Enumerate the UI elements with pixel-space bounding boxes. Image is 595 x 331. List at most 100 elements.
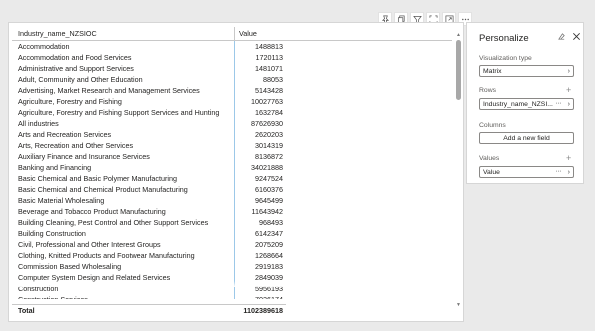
row-value: 6160376 [234, 184, 286, 195]
row-value: 1632784 [234, 107, 286, 118]
table-row[interactable]: Construction Services7026174 [12, 294, 452, 299]
row-value: 6142347 [234, 228, 286, 239]
more-icon[interactable]: ··· [556, 98, 562, 109]
values-label: Values [479, 155, 500, 162]
table-row[interactable]: Basic Chemical and Chemical Product Manu… [12, 184, 452, 195]
table-row[interactable]: Commission Based Wholesaling 2919183 [12, 261, 452, 272]
row-industry-name: Agriculture, Forestry and Fishing Suppor… [18, 108, 220, 117]
pane-icons [557, 32, 581, 41]
table-row[interactable]: Agriculture, Forestry and Fishing 1002776… [12, 96, 452, 107]
row-fade [12, 281, 286, 287]
add-column-field-button[interactable]: Add a new field [479, 132, 574, 144]
row-industry-name: Basic Material Wholesaling [18, 196, 105, 205]
row-industry-name: Auxiliary Finance and Insurance Services [18, 152, 150, 161]
row-industry-name: Commission Based Wholesaling [18, 262, 122, 271]
row-value: 2075209 [234, 239, 286, 250]
row-value: 1488813 [234, 41, 286, 52]
matrix-total-row: Total 1102389618 [12, 304, 286, 316]
row-value: 1720113 [234, 52, 286, 63]
rows-field[interactable]: Industry_name_NZSI... ··· › [479, 98, 574, 110]
chevron-right-icon: › [567, 169, 570, 176]
matrix-table: Industry_name_NZSIOC Value Accommodation… [12, 27, 452, 317]
add-row-icon[interactable]: + [566, 86, 571, 95]
row-value: 10027763 [234, 96, 286, 107]
chevron-right-icon: › [567, 101, 570, 108]
row-industry-name: Banking and Financing [18, 163, 92, 172]
row-industry-name: Basic Chemical and Chemical Product Manu… [18, 185, 188, 194]
table-row[interactable]: Building Cleaning, Pest Control and Othe… [12, 217, 452, 228]
table-row[interactable]: Accommodation and Food Services 1720113 [12, 52, 452, 63]
matrix-rows: Accommodation 1488813 Accommodation and Fo… [12, 41, 452, 299]
scroll-down-icon[interactable]: ▼ [456, 302, 461, 308]
values-field-value: Value [483, 168, 500, 176]
row-value: 87626930 [234, 118, 286, 129]
total-label: Total [18, 306, 35, 315]
row-value: 7026174 [234, 294, 286, 299]
close-icon[interactable] [572, 32, 581, 41]
personalize-pane: Personalize Visualization type Matrix › … [466, 22, 584, 184]
table-row[interactable]: Banking and Financing 34021888 [12, 162, 452, 173]
table-row[interactable]: Accommodation 1488813 [12, 41, 452, 52]
row-industry-name: Adult, Community and Other Education [18, 75, 143, 84]
row-industry-name: Agriculture, Forestry and Fishing [18, 97, 122, 106]
add-value-icon[interactable]: + [566, 154, 571, 163]
matrix-header-row: Industry_name_NZSIOC Value [12, 27, 452, 41]
table-row[interactable]: Arts and Recreation Services 2620203 [12, 129, 452, 140]
chevron-right-icon: › [567, 68, 570, 75]
table-row[interactable]: Civil, Professional and Other Interest G… [12, 239, 452, 250]
row-value: 1481071 [234, 63, 286, 74]
viz-type-label: Visualization type [479, 55, 532, 62]
table-row[interactable]: Agriculture, Forestry and Fishing Suppor… [12, 107, 452, 118]
table-row[interactable]: Advertising, Market Research and Managem… [12, 85, 452, 96]
row-value: 9645499 [234, 195, 286, 206]
vertical-scrollbar[interactable]: ▲ ▼ [455, 32, 462, 308]
header-industry-name[interactable]: Industry_name_NZSIOC [12, 29, 234, 38]
row-industry-name: Building Construction [18, 229, 86, 238]
values-field[interactable]: Value ··· › [479, 166, 574, 178]
row-value: 34021888 [234, 162, 286, 173]
row-industry-name: Accommodation and Food Services [18, 53, 132, 62]
row-value: 5143428 [234, 85, 286, 96]
columns-label: Columns [479, 122, 506, 129]
row-industry-name: All industries [18, 119, 59, 128]
row-industry-name: Basic Chemical and Basic Polymer Manufac… [18, 174, 177, 183]
row-industry-name: Construction Services [12, 295, 234, 299]
table-row[interactable]: Adult, Community and Other Education 8805… [12, 74, 452, 85]
viz-type-dropdown[interactable]: Matrix › [479, 65, 574, 77]
row-value: 88053 [234, 74, 286, 85]
row-industry-name: Advertising, Market Research and Managem… [18, 86, 200, 95]
table-row[interactable]: Building Construction 6142347 [12, 228, 452, 239]
total-value: 1102389618 [243, 306, 283, 315]
scrollbar-thumb[interactable] [456, 40, 461, 100]
rows-field-value: Industry_name_NZSI... [483, 100, 553, 108]
row-industry-name: Accommodation [18, 42, 70, 51]
row-value: 1268664 [234, 250, 286, 261]
table-row[interactable]: Beverage and Tobacco Product Manufacturi… [12, 206, 452, 217]
rows-label: Rows [479, 87, 496, 94]
row-industry-name: Building Cleaning, Pest Control and Othe… [18, 218, 209, 227]
table-row[interactable]: Auxiliary Finance and Insurance Services… [12, 151, 452, 162]
reset-icon[interactable] [557, 32, 566, 41]
row-value: 2919183 [234, 261, 286, 272]
row-industry-name: Administrative and Support Services [18, 64, 134, 73]
row-value: 2620203 [234, 129, 286, 140]
row-value: 8136872 [234, 151, 286, 162]
row-value: 968493 [234, 217, 286, 228]
table-row[interactable]: Basic Material Wholesaling 9645499 [12, 195, 452, 206]
row-industry-name: Beverage and Tobacco Product Manufacturi… [18, 207, 166, 216]
row-industry-name: Arts and Recreation Services [18, 130, 112, 139]
row-industry-name: Clothing, Knitted Products and Footwear … [18, 251, 195, 260]
table-row[interactable]: Arts, Recreation and Other Services 30143… [12, 140, 452, 151]
table-row[interactable]: Basic Chemical and Basic Polymer Manufac… [12, 173, 452, 184]
more-icon[interactable]: ··· [556, 166, 562, 177]
row-industry-name: Civil, Professional and Other Interest G… [18, 240, 161, 249]
scroll-up-icon[interactable]: ▲ [456, 32, 461, 38]
pane-title: Personalize [479, 33, 529, 44]
row-industry-name: Arts, Recreation and Other Services [18, 141, 134, 150]
table-row[interactable]: Clothing, Knitted Products and Footwear … [12, 250, 452, 261]
viz-type-value: Matrix [483, 67, 502, 75]
header-value[interactable]: Value [234, 27, 286, 40]
table-row[interactable]: All industries 87626930 [12, 118, 452, 129]
row-value: 11643942 [234, 206, 286, 217]
table-row[interactable]: Administrative and Support Services 14810… [12, 63, 452, 74]
